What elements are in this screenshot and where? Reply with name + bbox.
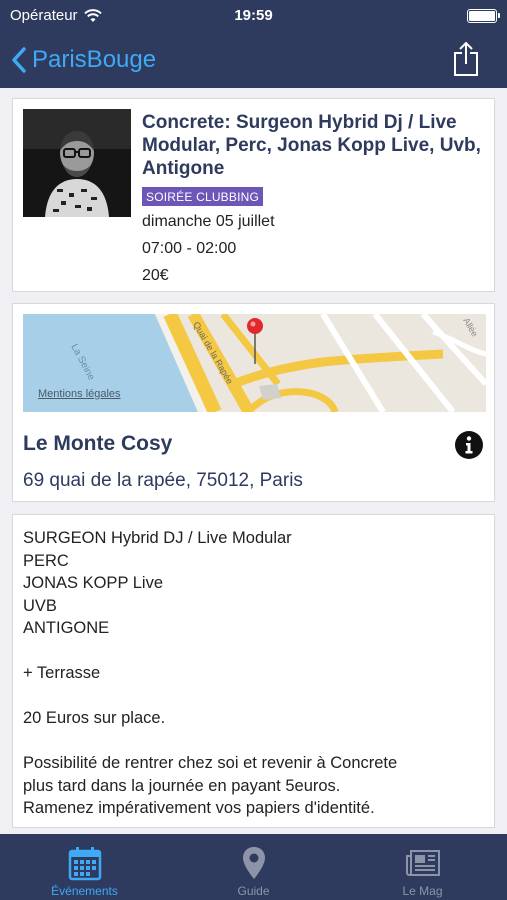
- event-hours: 07:00 - 02:00: [142, 240, 237, 257]
- description-line: [23, 640, 484, 663]
- tab-guide[interactable]: Guide: [169, 834, 338, 900]
- event-photo: [23, 109, 131, 217]
- description-line: SURGEON Hybrid DJ / Live Modular: [23, 529, 292, 547]
- place-card: La Seine Quai de la Rapée Allée Mentions…: [12, 303, 495, 502]
- share-icon[interactable]: [451, 41, 481, 77]
- legal-mentions-link[interactable]: Mentions légales: [38, 388, 121, 400]
- description-line: [23, 730, 484, 753]
- battery-icon: [467, 9, 500, 23]
- description-line: UVB: [23, 596, 57, 615]
- venue-name: Le Monte Cosy: [23, 432, 173, 455]
- tab-label: Le Mag: [402, 884, 443, 898]
- venue-address[interactable]: 69 quai de la rapée, 75012, Paris: [23, 470, 303, 492]
- event-price: 20€: [142, 267, 169, 284]
- description-line: [23, 685, 484, 708]
- event-title: Concrete: Surgeon Hybrid Dj / Live Modul…: [142, 112, 481, 179]
- event-card[interactable]: Concrete: Surgeon Hybrid Dj / Live Modul…: [12, 98, 495, 292]
- app-header: Opérateur 19:59 ParisBouge: [0, 0, 507, 88]
- tab-evenements[interactable]: Événements: [0, 834, 169, 900]
- back-button[interactable]: ParisBouge: [10, 32, 156, 88]
- status-bar: Opérateur 19:59: [0, 0, 507, 32]
- back-label: ParisBouge: [32, 46, 157, 73]
- map-view[interactable]: La Seine Quai de la Rapée Allée Mentions…: [23, 314, 486, 412]
- calendar-icon: [68, 847, 101, 881]
- description-line: plus tard dans la journée en payant 5eur…: [23, 776, 341, 795]
- description-line: Possibilité de rentrer chez soi et reven…: [23, 754, 398, 772]
- description-line: PERC: [23, 551, 69, 570]
- event-date: dimanche 05 juillet: [142, 213, 275, 230]
- tab-le-mag[interactable]: Le Mag: [338, 834, 507, 900]
- description-line: JONAS KOPP Live: [23, 574, 164, 592]
- tab-label: Guide: [237, 884, 270, 898]
- category-badge: SOIRÉE CLUBBING: [142, 187, 264, 206]
- description-line: ANTIGONE: [23, 619, 110, 637]
- info-icon[interactable]: [454, 430, 484, 460]
- tab-label: Événements: [51, 884, 118, 898]
- map-pin-icon: [242, 847, 265, 879]
- status-time: 19:59: [234, 7, 273, 24]
- description-line: 20 Euros sur place.: [23, 709, 166, 727]
- chevron-left-icon: [12, 47, 26, 73]
- nav-bar: ParisBouge: [0, 32, 507, 88]
- description-line: Ramenez impérativement vos papiers d'ide…: [23, 799, 375, 817]
- tab-bar: Événements Guide Le Mag: [0, 834, 507, 900]
- description-line: + Terrasse: [23, 664, 101, 682]
- description-card: SURGEON Hybrid DJ / Live Modular PERC JO…: [12, 514, 495, 828]
- newspaper-icon: [405, 850, 440, 876]
